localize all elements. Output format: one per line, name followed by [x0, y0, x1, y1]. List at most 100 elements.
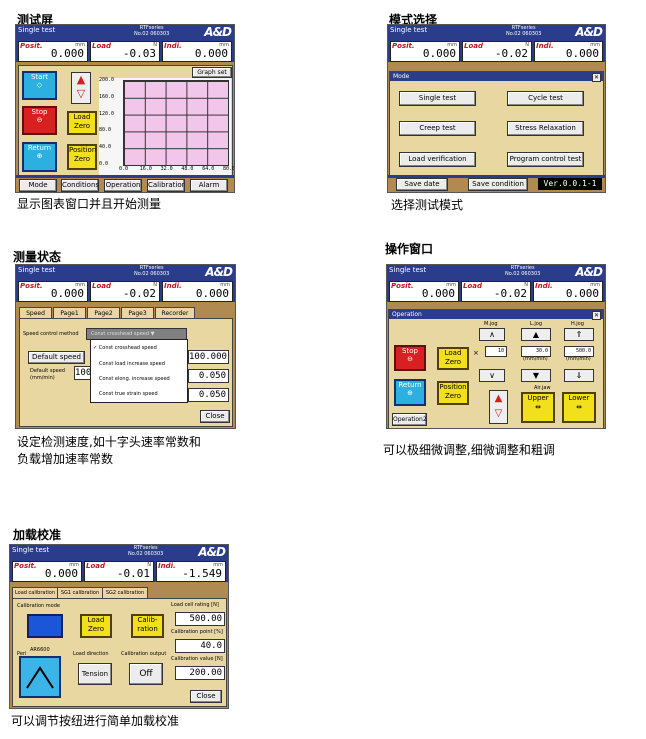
l-jog-down[interactable]: ▼: [521, 369, 551, 382]
y-tick-label: 0.0: [99, 161, 109, 167]
window-title: Single test: [390, 26, 428, 34]
model-text: RTFseries No.02 060303: [505, 265, 541, 277]
version-label: Ver.0.0.1-1: [538, 178, 602, 190]
caption-line-2: 负载增加速率常数: [17, 452, 114, 466]
posit-display: Posit. mm 0.000: [389, 281, 459, 302]
title-bar: Single test RTFseries No.02 060303 A&D: [387, 265, 605, 280]
l-jog-unit: (mm/min): [523, 356, 548, 362]
load-zero-button[interactable]: Load Zero: [67, 111, 97, 135]
default-speed-button[interactable]: Default speed: [28, 351, 85, 364]
default-speed-label: Default speed (mm/min): [30, 368, 65, 381]
heading-load-calibration: 加载校准: [13, 528, 62, 542]
calibration-output-label: Calibration output: [121, 651, 167, 657]
operation-screen: Single test RTFseries No.02 060303 A&D Po…: [386, 264, 606, 429]
tab-operation[interactable]: Operation: [104, 179, 142, 192]
load-zero-button[interactable]: Load Zero: [80, 614, 112, 638]
load-zero-button[interactable]: Load Zero: [437, 347, 469, 370]
tab-conditions[interactable]: Conditions: [61, 179, 99, 192]
single-test-button[interactable]: Single test: [399, 91, 476, 106]
indi-display: Indi. mm 0.000: [533, 281, 603, 302]
close-icon[interactable]: ✕: [592, 73, 601, 82]
method-dropdown: ✓ Const crosshead speed Const load incre…: [90, 339, 188, 403]
x-tick-label: 80.0: [223, 166, 235, 172]
up-arrow-icon[interactable]: ▲: [490, 391, 507, 406]
heading-measure-state: 测量状态: [13, 250, 62, 264]
save-date-button[interactable]: Save date: [396, 178, 448, 191]
speed-value-1[interactable]: 100.000: [188, 350, 229, 364]
l-jog-up[interactable]: ▲: [521, 328, 551, 341]
tab-mode[interactable]: Mode: [19, 179, 57, 192]
upper-button[interactable]: Upper ⇹: [521, 392, 555, 423]
return-button[interactable]: Return ⊕: [22, 142, 57, 172]
load-verification-button[interactable]: Load verification: [399, 152, 476, 167]
operation2-button[interactable]: Operation2: [392, 413, 427, 426]
h-jog-up[interactable]: ⇑: [564, 328, 594, 341]
jog-arrows[interactable]: ▲ ▽: [71, 72, 91, 104]
peri-button[interactable]: [19, 656, 61, 698]
m-jog-down[interactable]: ∨: [479, 369, 505, 382]
model-text: RTFseries No.02 060303: [506, 25, 542, 37]
position-zero-button[interactable]: Position Zero: [67, 144, 97, 170]
down-arrow-icon[interactable]: ▽: [490, 406, 507, 421]
window-title: Single test: [12, 546, 50, 554]
option-crosshead[interactable]: ✓ Const crosshead speed: [93, 345, 157, 351]
cycle-test-button[interactable]: Cycle test: [507, 91, 584, 106]
save-condition-button[interactable]: Save condition: [468, 178, 528, 191]
option-elong-increase[interactable]: Const elong. increase speed: [99, 376, 170, 382]
graph-set-button[interactable]: Graph set: [192, 67, 232, 78]
tab-calibration[interactable]: Calibration: [147, 179, 185, 192]
load-display: Load N -0.02: [461, 281, 531, 302]
posit-display: Posit. mm 0.000: [18, 41, 88, 62]
calibration-value-field[interactable]: 200.00: [175, 666, 225, 680]
load-display: Load N -0.01: [84, 561, 154, 582]
creep-test-button[interactable]: Creep test: [399, 121, 476, 136]
lower-button[interactable]: Lower ⇹: [562, 392, 596, 423]
title-bar: Single test RTFseries No.02 060303 A&D: [388, 25, 605, 40]
caption-mode-select: 选择测试模式: [391, 198, 464, 212]
tab-alarm[interactable]: Alarm: [190, 179, 228, 192]
jog-arrows[interactable]: ▲ ▽: [489, 390, 508, 424]
indi-display: Indi. mm -1.549: [156, 561, 226, 582]
model-text: RTFseries No.02 060303: [134, 25, 170, 37]
caption-load-calibration: 可以调节按纽进行简单加载校准: [11, 714, 180, 728]
h-jog-down[interactable]: ⇓: [564, 369, 594, 382]
y-tick-label: 160.0: [99, 93, 115, 100]
posit-display: Posit. mm 0.000: [18, 281, 88, 302]
brand-logo: A&D: [575, 265, 603, 279]
option-true-strain[interactable]: Const true strain speed: [99, 391, 158, 397]
up-arrow-icon[interactable]: ▲: [72, 73, 90, 87]
mode-screen: Single test RTFseries No.02 060303 A&D Po…: [387, 24, 606, 193]
tension-button[interactable]: Tension: [78, 663, 112, 685]
readout-bar: Posit. mm 0.000 Load N -0.02 Indi. mm 0.000: [387, 280, 605, 302]
return-button[interactable]: Return ⊕: [394, 379, 426, 406]
program-control-test-button[interactable]: Program control test: [507, 152, 584, 167]
indi-display: Indi. mm 0.000: [162, 41, 232, 62]
y-tick-label: 120.0: [99, 110, 115, 117]
m-jog-value[interactable]: 10: [485, 346, 507, 357]
indi-display: Indi. mm 0.000: [534, 41, 603, 62]
close-button[interactable]: Close: [190, 690, 222, 703]
load-cell-rating-field[interactable]: 500.00: [175, 612, 225, 626]
title-bar: Single test RTFseries No.02 060303 A&D: [10, 545, 228, 560]
position-zero-button[interactable]: Position Zero: [437, 381, 469, 405]
caption-line-1: 设定检测速度,如十字头速率常数和: [17, 435, 201, 449]
close-button[interactable]: Close: [200, 410, 230, 423]
calibration-point-field[interactable]: 40.0: [175, 639, 225, 653]
stop-button[interactable]: Stop ⊖: [394, 345, 426, 371]
calibration-mode-button[interactable]: [27, 614, 63, 638]
close-icon[interactable]: ✕: [592, 311, 601, 320]
stress-relaxation-button[interactable]: Stress Relaxation: [507, 121, 584, 136]
calibration-button[interactable]: Calib-ration: [131, 614, 164, 638]
mode-window: Mode ✕ Single test Cycle test Creep test …: [389, 71, 604, 177]
start-button[interactable]: Start ◇: [22, 71, 57, 100]
speed-value-3[interactable]: 0.050: [188, 388, 229, 402]
brand-logo: A&D: [575, 25, 603, 39]
option-load-increase[interactable]: Const load increase speed: [99, 361, 165, 367]
off-button[interactable]: Off: [129, 663, 163, 685]
stop-button[interactable]: Stop ⊖: [22, 106, 57, 135]
window-title: Single test: [18, 266, 56, 274]
speed-value-2[interactable]: 0.050: [188, 369, 229, 383]
down-arrow-icon[interactable]: ▽: [72, 87, 90, 101]
control-method-label: Speed control method: [23, 331, 79, 337]
m-jog-up[interactable]: ∧: [479, 328, 505, 341]
